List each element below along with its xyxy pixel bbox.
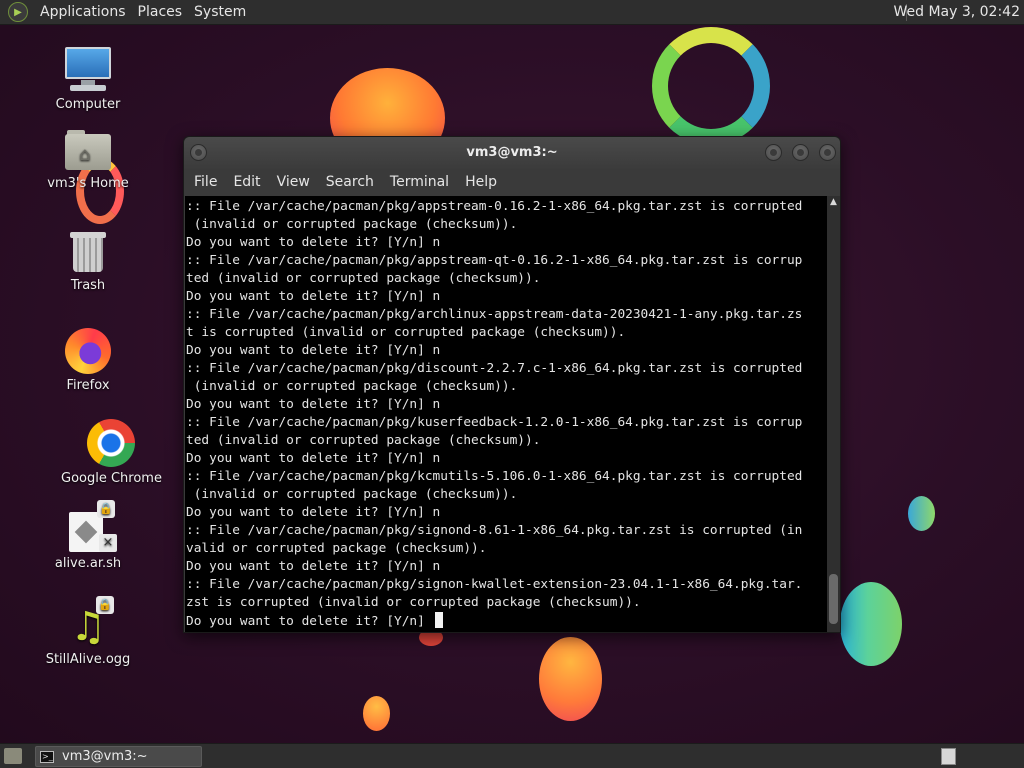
firefox-icon — [65, 328, 111, 374]
close-button[interactable] — [819, 144, 836, 161]
menu-terminal[interactable]: Terminal — [384, 174, 455, 190]
maximize-button[interactable] — [792, 144, 809, 161]
trash-icon — [70, 230, 106, 274]
terminal-line: (invalid or corrupted package (checksum)… — [186, 217, 518, 232]
script-file-icon: 🔒 × — [69, 500, 117, 552]
window-title: vm3@vm3:~ — [466, 145, 558, 160]
window-menu-button[interactable] — [190, 144, 207, 161]
terminal-line: Do you want to delete it? [Y/n] n — [186, 451, 441, 466]
terminal-cursor — [434, 612, 443, 628]
lock-icon: 🔒 — [96, 596, 114, 614]
desktop-icon-label: alive.ar.sh — [54, 556, 122, 571]
terminal-line: Do you want to delete it? [Y/n] n — [186, 289, 441, 304]
desktop-icon-firefox[interactable]: Firefox — [38, 328, 138, 393]
terminal-line: :: File /var/cache/pacman/pkg/archlinux-… — [186, 307, 803, 322]
menu-view[interactable]: View — [271, 174, 316, 190]
taskbar-button-label: vm3@vm3:~ — [62, 749, 148, 764]
terminal-line: ted (invalid or corrupted package (check… — [186, 271, 541, 286]
lock-icon: 🔒 — [97, 500, 115, 518]
wallpaper-small-green-blob — [908, 496, 935, 531]
desktop-icon-label: Computer — [55, 97, 121, 112]
minimize-button[interactable] — [765, 144, 782, 161]
taskbar-button-terminal[interactable]: >_ vm3@vm3:~ — [35, 746, 202, 767]
clock[interactable]: Wed May 3, 02:42 — [893, 4, 1020, 20]
gnome-foot-icon[interactable]: ▶ — [8, 2, 28, 22]
terminal-line: valid or corrupted package (checksum)). — [186, 541, 487, 556]
terminal-window: vm3@vm3:~ File Edit View Search Terminal… — [183, 136, 841, 633]
terminal-menubar: File Edit View Search Terminal Help — [184, 169, 840, 195]
terminal-icon: >_ — [40, 750, 54, 763]
menu-file[interactable]: File — [188, 174, 223, 190]
terminal-line: Do you want to delete it? [Y/n] n — [186, 235, 441, 250]
terminal-line: :: File /var/cache/pacman/pkg/signon-kwa… — [186, 577, 803, 592]
menu-system[interactable]: System — [188, 4, 252, 20]
menu-places[interactable]: Places — [132, 4, 189, 20]
terminal-line: :: File /var/cache/pacman/pkg/appstream-… — [186, 253, 803, 268]
terminal-line: Do you want to delete it? [Y/n] n — [186, 559, 441, 574]
terminal-line: ted (invalid or corrupted package (check… — [186, 433, 541, 448]
scroll-thumb[interactable] — [829, 574, 838, 624]
bottom-panel: >_ vm3@vm3:~ — [0, 743, 1024, 768]
terminal-line: :: File /var/cache/pacman/pkg/appstream-… — [186, 199, 803, 214]
desktop-icon-label: Google Chrome — [61, 471, 162, 486]
terminal-line: :: File /var/cache/pacman/pkg/kuserfeedb… — [186, 415, 803, 430]
wallpaper-small-orange-blob — [363, 696, 390, 731]
terminal-line: (invalid or corrupted package (checksum)… — [186, 379, 518, 394]
terminal-line: Do you want to delete it? [Y/n] n — [186, 343, 441, 358]
desktop-icon-label: vm3's Home — [47, 176, 129, 191]
terminal-line: zst is corrupted (invalid or corrupted p… — [186, 595, 641, 610]
terminal-output[interactable]: :: File /var/cache/pacman/pkg/appstream-… — [185, 196, 827, 632]
desktop-icon-home[interactable]: ⌂ vm3's Home — [38, 130, 138, 191]
audio-file-icon: ♫ 🔒 — [68, 596, 114, 648]
window-titlebar[interactable]: vm3@vm3:~ — [184, 137, 840, 169]
terminal-line: Do you want to delete it? [Y/n] n — [186, 397, 441, 412]
terminal-text: :: File /var/cache/pacman/pkg/appstream-… — [185, 196, 827, 630]
wallpaper-ring — [652, 27, 770, 145]
desktop-icon-trash[interactable]: Trash — [38, 230, 138, 293]
terminal-line: :: File /var/cache/pacman/pkg/discount-2… — [186, 361, 803, 376]
terminal-line: Do you want to delete it? [Y/n] n — [186, 505, 441, 520]
terminal-line: :: File /var/cache/pacman/pkg/kcmutils-5… — [186, 469, 803, 484]
home-folder-icon: ⌂ — [65, 130, 111, 172]
desktop-icon-chrome[interactable]: Google Chrome — [61, 419, 162, 486]
desktop-icon-computer[interactable]: Computer — [38, 45, 138, 112]
terminal-line: Do you want to delete it? [Y/n] — [186, 612, 827, 630]
chrome-icon — [87, 419, 135, 467]
not-executable-icon: × — [99, 534, 117, 552]
computer-icon — [64, 45, 112, 93]
terminal-line: t is corrupted (invalid or corrupted pac… — [186, 325, 626, 340]
show-desktop-icon[interactable] — [4, 748, 22, 764]
desktop-icon-stillalive[interactable]: ♫ 🔒 StillAlive.ogg — [38, 596, 138, 667]
top-panel: ▶ Applications Places System Wed May 3, … — [0, 0, 1024, 25]
wallpaper-orange-blob-bottom — [539, 637, 602, 721]
desktop-icon-label: Firefox — [66, 378, 110, 393]
menu-applications[interactable]: Applications — [34, 4, 132, 20]
desktop-icon-label: StillAlive.ogg — [45, 652, 131, 667]
terminal-scrollbar[interactable]: ▲ — [827, 196, 840, 632]
desktop-icon-label: Trash — [70, 278, 106, 293]
terminal-line: (invalid or corrupted package (checksum)… — [186, 487, 518, 502]
menu-edit[interactable]: Edit — [227, 174, 266, 190]
scroll-up-icon[interactable]: ▲ — [828, 198, 839, 207]
menu-help[interactable]: Help — [459, 174, 503, 190]
workspace-switcher[interactable] — [941, 748, 956, 765]
wallpaper-blue-green-blob — [840, 582, 902, 666]
menu-search[interactable]: Search — [320, 174, 380, 190]
terminal-line: :: File /var/cache/pacman/pkg/signond-8.… — [186, 523, 803, 538]
desktop-icon-alive-script[interactable]: 🔒 × alive.ar.sh — [38, 500, 138, 571]
